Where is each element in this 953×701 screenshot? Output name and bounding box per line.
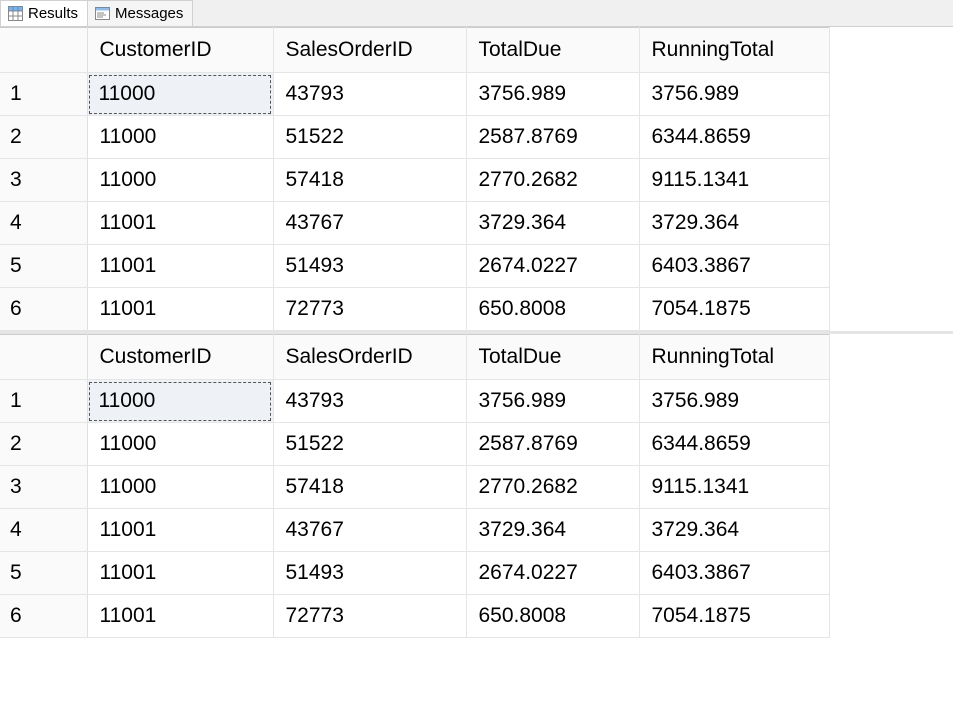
- column-header[interactable]: SalesOrderID: [273, 28, 466, 73]
- cell[interactable]: 11001: [87, 245, 273, 288]
- row-number[interactable]: 2: [0, 423, 87, 466]
- cell[interactable]: 3756.989: [466, 380, 639, 423]
- column-header[interactable]: CustomerID: [87, 28, 273, 73]
- cell[interactable]: 6403.3867: [639, 552, 829, 595]
- cell[interactable]: 43767: [273, 509, 466, 552]
- cell[interactable]: 57418: [273, 159, 466, 202]
- tab-results[interactable]: Results: [0, 0, 88, 26]
- cell[interactable]: 51522: [273, 116, 466, 159]
- table-row: 2 11000 51522 2587.8769 6344.8659: [0, 423, 829, 466]
- row-number[interactable]: 1: [0, 73, 87, 116]
- cell[interactable]: 3729.364: [466, 509, 639, 552]
- table-row: 1 11000 43793 3756.989 3756.989: [0, 380, 829, 423]
- cell[interactable]: 11000: [87, 466, 273, 509]
- cell[interactable]: 51493: [273, 552, 466, 595]
- row-number[interactable]: 6: [0, 288, 87, 331]
- table-row: 2 11000 51522 2587.8769 6344.8659: [0, 116, 829, 159]
- row-number[interactable]: 6: [0, 595, 87, 638]
- tab-results-label: Results: [28, 5, 78, 22]
- cell[interactable]: 7054.1875: [639, 595, 829, 638]
- cell[interactable]: 11001: [87, 595, 273, 638]
- cell[interactable]: 9115.1341: [639, 466, 829, 509]
- cell[interactable]: 11000: [87, 423, 273, 466]
- table-row: 5 11001 51493 2674.0227 6403.3867: [0, 245, 829, 288]
- messages-icon: [94, 6, 110, 22]
- table-row: 5 11001 51493 2674.0227 6403.3867: [0, 552, 829, 595]
- header-row: CustomerID SalesOrderID TotalDue Running…: [0, 28, 829, 73]
- cell[interactable]: 11001: [87, 202, 273, 245]
- tab-messages-label: Messages: [115, 5, 183, 22]
- column-header[interactable]: RunningTotal: [639, 335, 829, 380]
- table-row: 4 11001 43767 3729.364 3729.364: [0, 509, 829, 552]
- cell[interactable]: 6403.3867: [639, 245, 829, 288]
- row-number[interactable]: 5: [0, 552, 87, 595]
- cell[interactable]: 650.8008: [466, 595, 639, 638]
- cell[interactable]: 9115.1341: [639, 159, 829, 202]
- row-number[interactable]: 5: [0, 245, 87, 288]
- table-row: 4 11001 43767 3729.364 3729.364: [0, 202, 829, 245]
- table-row: 6 11001 72773 650.8008 7054.1875: [0, 595, 829, 638]
- cell[interactable]: 2770.2682: [466, 466, 639, 509]
- results-grid-2[interactable]: CustomerID SalesOrderID TotalDue Running…: [0, 334, 953, 638]
- cell[interactable]: 11000: [87, 116, 273, 159]
- table-row: 3 11000 57418 2770.2682 9115.1341: [0, 159, 829, 202]
- cell[interactable]: 72773: [273, 288, 466, 331]
- tab-messages[interactable]: Messages: [87, 0, 193, 26]
- cell[interactable]: 43793: [273, 380, 466, 423]
- cell[interactable]: 2587.8769: [466, 423, 639, 466]
- cell[interactable]: 3756.989: [466, 73, 639, 116]
- cell[interactable]: 11001: [87, 552, 273, 595]
- cell[interactable]: 72773: [273, 595, 466, 638]
- cell[interactable]: 6344.8659: [639, 423, 829, 466]
- row-number[interactable]: 4: [0, 202, 87, 245]
- results-grid-1[interactable]: CustomerID SalesOrderID TotalDue Running…: [0, 27, 953, 334]
- cell[interactable]: 51522: [273, 423, 466, 466]
- cell[interactable]: 3729.364: [639, 509, 829, 552]
- result-tabs: Results Messages: [0, 0, 953, 27]
- cell[interactable]: 2587.8769: [466, 116, 639, 159]
- header-row: CustomerID SalesOrderID TotalDue Running…: [0, 335, 829, 380]
- cell[interactable]: 3756.989: [639, 380, 829, 423]
- cell[interactable]: 11000: [87, 73, 273, 116]
- cell[interactable]: 11001: [87, 288, 273, 331]
- table-row: 1 11000 43793 3756.989 3756.989: [0, 73, 829, 116]
- cell[interactable]: 2770.2682: [466, 159, 639, 202]
- column-header[interactable]: TotalDue: [466, 335, 639, 380]
- cell[interactable]: 7054.1875: [639, 288, 829, 331]
- cell[interactable]: 51493: [273, 245, 466, 288]
- row-number[interactable]: 4: [0, 509, 87, 552]
- row-selector-corner[interactable]: [0, 28, 87, 73]
- cell[interactable]: 43767: [273, 202, 466, 245]
- grid-icon: [7, 6, 23, 22]
- column-header[interactable]: TotalDue: [466, 28, 639, 73]
- cell[interactable]: 2674.0227: [466, 552, 639, 595]
- cell[interactable]: 3729.364: [639, 202, 829, 245]
- row-number[interactable]: 3: [0, 466, 87, 509]
- table-row: 3 11000 57418 2770.2682 9115.1341: [0, 466, 829, 509]
- cell[interactable]: 2674.0227: [466, 245, 639, 288]
- cell[interactable]: 650.8008: [466, 288, 639, 331]
- cell[interactable]: 11000: [87, 159, 273, 202]
- cell[interactable]: 43793: [273, 73, 466, 116]
- cell[interactable]: 11000: [87, 380, 273, 423]
- cell[interactable]: 6344.8659: [639, 116, 829, 159]
- column-header[interactable]: RunningTotal: [639, 28, 829, 73]
- column-header[interactable]: CustomerID: [87, 335, 273, 380]
- column-header[interactable]: SalesOrderID: [273, 335, 466, 380]
- row-selector-corner[interactable]: [0, 335, 87, 380]
- cell[interactable]: 11001: [87, 509, 273, 552]
- cell[interactable]: 3756.989: [639, 73, 829, 116]
- cell[interactable]: 3729.364: [466, 202, 639, 245]
- row-number[interactable]: 3: [0, 159, 87, 202]
- row-number[interactable]: 2: [0, 116, 87, 159]
- cell[interactable]: 57418: [273, 466, 466, 509]
- row-number[interactable]: 1: [0, 380, 87, 423]
- table-row: 6 11001 72773 650.8008 7054.1875: [0, 288, 829, 331]
